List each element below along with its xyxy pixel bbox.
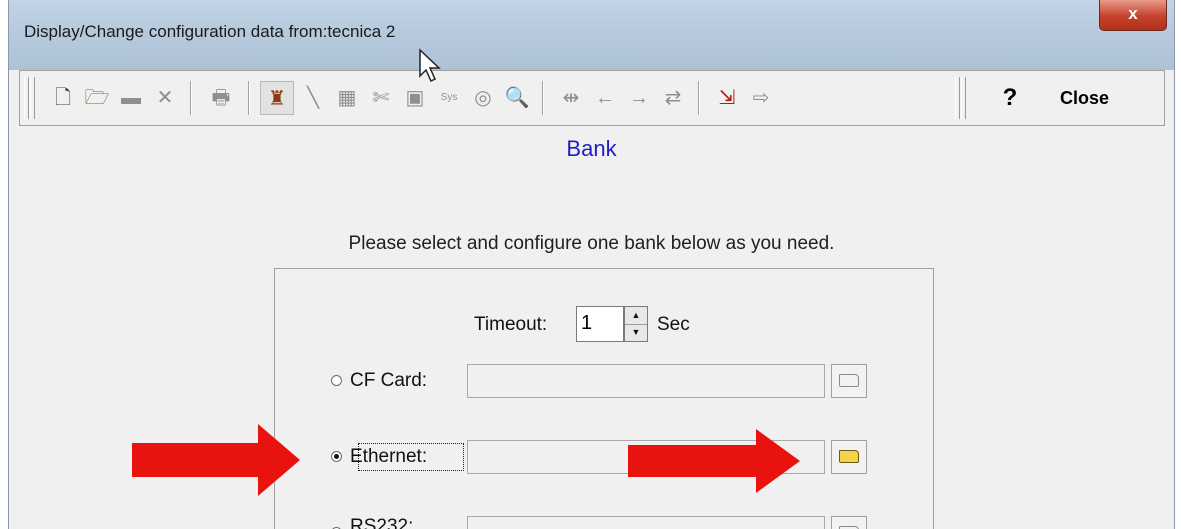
- toolbar-separator: [698, 81, 700, 115]
- sys-icon[interactable]: Sys: [432, 81, 466, 115]
- open-icon[interactable]: 🗁: [80, 81, 114, 115]
- folder-icon: [839, 450, 859, 464]
- monitor-icon[interactable]: ▣: [398, 81, 432, 115]
- ethernet-radio[interactable]: [331, 451, 342, 462]
- rs232-path-field: [467, 516, 825, 529]
- toolbar: 🗋 🗁 ▬ ✕ 🖶 ♜ ╲ ▦ ✄ ▣ Sys ◎ 🔍 ⇹ ← → ⇄ ⇲ ⇨ …: [19, 70, 1165, 126]
- print-icon[interactable]: 🖶: [204, 81, 238, 115]
- rs232-label[interactable]: RS232:: [350, 516, 413, 529]
- folder-icon: [839, 374, 859, 388]
- toolbar-grip[interactable]: [30, 77, 35, 119]
- mouse-cursor-icon: [419, 48, 441, 83]
- rs232-browse-button[interactable]: [831, 516, 867, 529]
- cf-card-browse-button[interactable]: [831, 364, 867, 398]
- help-button[interactable]: ?: [988, 81, 1032, 115]
- align-center-icon[interactable]: ⇹: [554, 81, 588, 115]
- delete-icon[interactable]: ✕: [148, 81, 182, 115]
- import-icon[interactable]: ⇲: [710, 81, 744, 115]
- arrow-left-icon[interactable]: ←: [588, 81, 622, 115]
- search-icon[interactable]: 🔍: [500, 81, 534, 115]
- cf-card-label[interactable]: CF Card:: [350, 370, 427, 392]
- timeout-label: Timeout:: [474, 314, 548, 335]
- page-title: Bank: [566, 136, 617, 161]
- timeout-input[interactable]: 1: [576, 306, 624, 342]
- toolbar-grip[interactable]: [24, 77, 29, 119]
- stepper-up-icon[interactable]: ▲: [625, 307, 647, 325]
- tools-icon[interactable]: ✄: [364, 81, 398, 115]
- window-title: Display/Change configuration data from:t…: [24, 22, 396, 41]
- cf-card-radio[interactable]: [331, 375, 342, 386]
- save-icon[interactable]: ▬: [114, 81, 148, 115]
- timeout-unit-label: Sec: [657, 314, 690, 335]
- annotation-arrow-left-icon: [132, 424, 300, 496]
- cf-card-path-field: [467, 364, 825, 398]
- window-close-button[interactable]: x: [1099, 0, 1167, 31]
- toolbar-separator: [248, 81, 250, 115]
- toolbar-grip[interactable]: [961, 77, 966, 119]
- title-bar: Display/Change configuration data from:t…: [9, 0, 1174, 70]
- new-icon[interactable]: 🗋: [46, 81, 80, 115]
- timeout-stepper[interactable]: ▲ ▼: [624, 306, 648, 342]
- export-icon[interactable]: ⇨: [744, 81, 778, 115]
- arrow-right-icon[interactable]: →: [622, 81, 656, 115]
- line-icon[interactable]: ╲: [296, 81, 330, 115]
- close-button[interactable]: Close: [1060, 81, 1150, 115]
- instructions-text: Please select and configure one bank bel…: [348, 233, 835, 254]
- bank-icon[interactable]: ♜: [260, 81, 294, 115]
- ethernet-label[interactable]: Ethernet:: [350, 446, 427, 468]
- toolbar-separator: [190, 81, 192, 115]
- align-both-icon[interactable]: ⇄: [656, 81, 690, 115]
- grid-icon[interactable]: ▦: [330, 81, 364, 115]
- toolbar-separator: [542, 81, 544, 115]
- stepper-down-icon[interactable]: ▼: [625, 324, 647, 341]
- annotation-arrow-right-icon: [628, 429, 800, 493]
- toolbar-grip[interactable]: [955, 77, 960, 119]
- ethernet-browse-button[interactable]: [831, 440, 867, 474]
- disk-icon[interactable]: ◎: [466, 81, 500, 115]
